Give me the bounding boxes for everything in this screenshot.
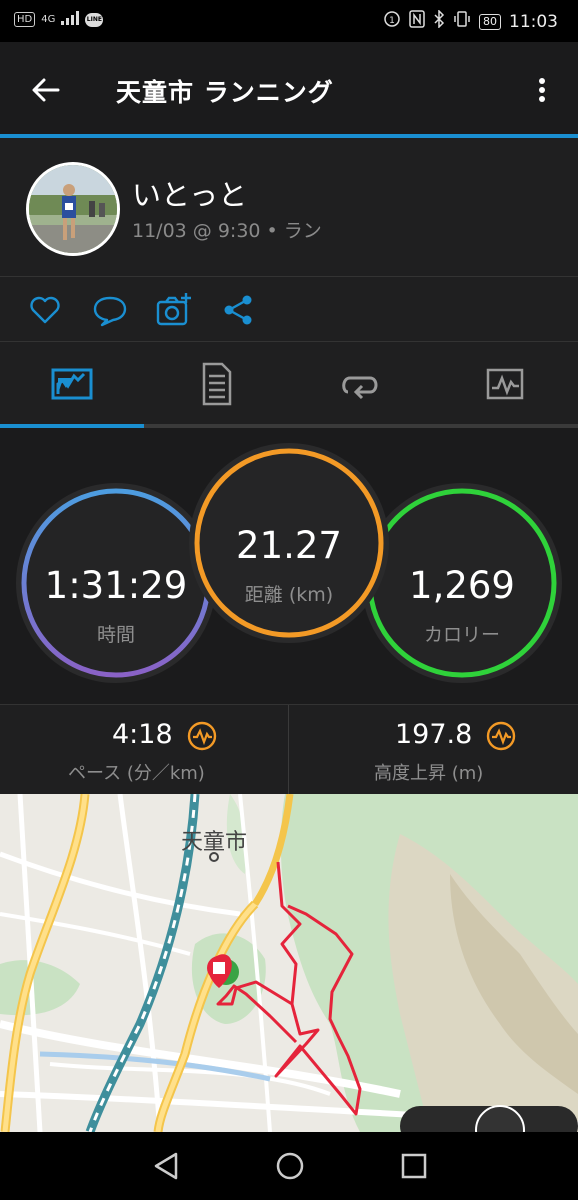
more-options-icon[interactable] — [530, 76, 554, 106]
svg-text:1: 1 — [389, 16, 395, 26]
comment-icon[interactable] — [92, 293, 127, 327]
user-name: いとっと — [132, 178, 248, 212]
elevation-label: 高度上昇 (m) — [374, 763, 484, 784]
route-map[interactable]: 天童市 — [0, 794, 578, 1132]
map-city-label: 天童市 — [181, 830, 248, 855]
vibrate-icon: 1 — [383, 10, 401, 33]
pace-info-icon[interactable] — [186, 720, 218, 756]
activity-owner: いとっと 11/03 @ 9:30 • ラン — [0, 138, 578, 276]
page-title: 天童市 ランニング — [116, 78, 334, 107]
distance-unit: (km) — [288, 584, 334, 606]
bluetooth-icon — [433, 9, 445, 33]
tab-chart[interactable] — [484, 362, 528, 406]
avatar[interactable] — [26, 162, 120, 256]
stats-divider — [288, 705, 289, 795]
calories-label: カロリー — [423, 624, 500, 646]
status-bar: HD 4G LINE 1 80 11:03 — [0, 0, 578, 42]
elevation-value: 197.8 — [395, 719, 473, 750]
status-left: HD 4G LINE — [14, 11, 104, 28]
app-bar: 天童市 ランニング — [0, 42, 578, 134]
share-icon[interactable] — [222, 293, 256, 327]
calories-value: 1,269 — [409, 564, 515, 607]
clock: 11:03 — [509, 11, 558, 32]
hd-indicator: HD — [14, 12, 36, 27]
time-value: 1:31:29 — [44, 564, 188, 607]
secondary-stats: 4:18 ペース (分／km) 197.8 高度上昇 (m) — [0, 704, 578, 795]
tab-bar — [0, 342, 578, 428]
distance-label: 距離 (km) — [189, 580, 389, 607]
stats-rings: 1:31:29 時間 21.27 距離 (km) 1,269 カロリー — [0, 428, 578, 704]
tab-details[interactable] — [194, 362, 238, 406]
social-actions — [0, 277, 578, 341]
pace-label: ペース (分／km) — [68, 763, 205, 784]
nav-back-icon[interactable] — [150, 1150, 182, 1186]
tab-laps[interactable] — [338, 362, 382, 406]
elevation-info-icon[interactable] — [485, 720, 517, 756]
distance-value: 21.27 — [236, 524, 342, 567]
activity-date: 11/03 @ 9:30 • ラン — [132, 220, 322, 242]
signal-icon — [61, 11, 80, 28]
silent-icon — [453, 10, 471, 33]
time-label: 時間 — [96, 624, 135, 646]
status-right: 1 80 11:03 — [383, 9, 558, 33]
heart-icon[interactable] — [28, 293, 62, 327]
network-indicator: 4G — [41, 14, 56, 25]
back-arrow-icon[interactable] — [30, 74, 62, 106]
camera-add-icon[interactable] — [156, 293, 191, 327]
tab-summary[interactable] — [50, 362, 94, 406]
system-nav-bar — [0, 1132, 578, 1200]
battery-indicator: 80 — [479, 13, 501, 30]
distance-label-text: 距離 — [244, 584, 283, 606]
nav-home-icon[interactable] — [274, 1150, 306, 1186]
pace-value: 4:18 — [112, 719, 173, 750]
line-app-icon: LINE — [85, 12, 104, 27]
nfc-icon — [409, 10, 425, 33]
map-graphic — [0, 794, 578, 1132]
nav-recents-icon[interactable] — [398, 1150, 430, 1186]
